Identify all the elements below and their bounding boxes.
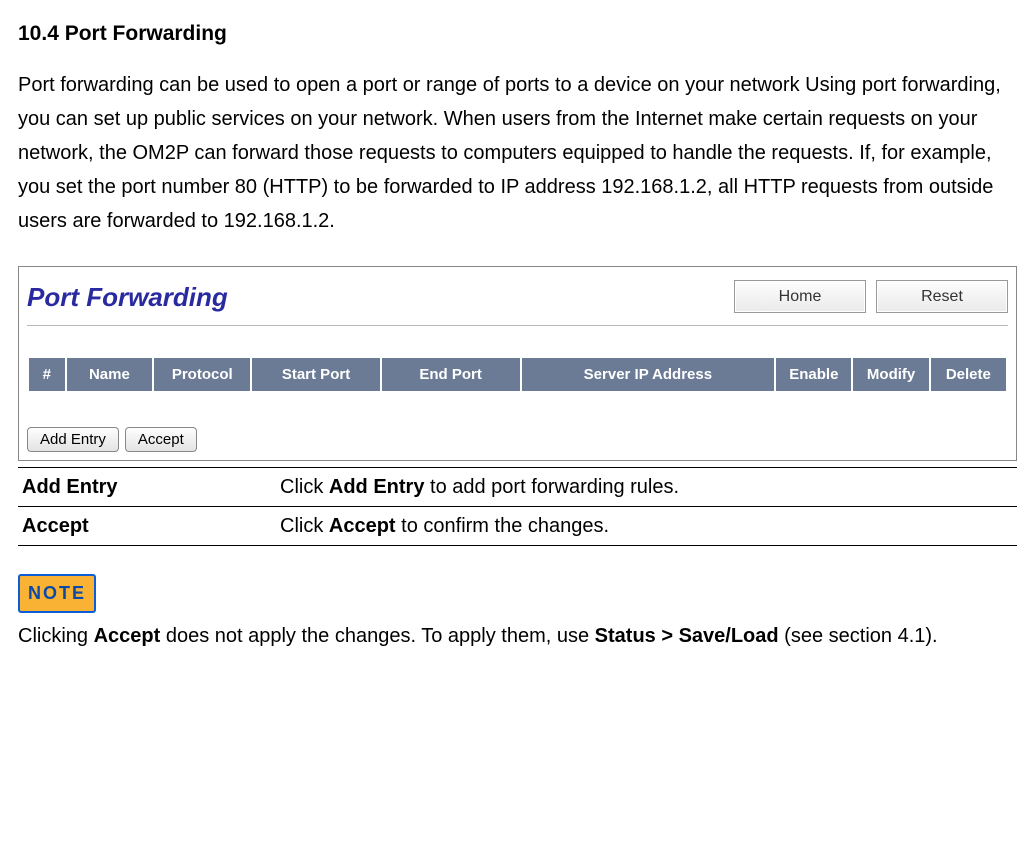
section-heading: 10.4 Port Forwarding (18, 18, 1017, 50)
panel-header-buttons: Home Reset (734, 280, 1008, 313)
desc-text-add-entry: Click Add Entry to add port forwarding r… (276, 468, 1017, 507)
add-entry-button[interactable]: Add Entry (27, 427, 119, 452)
panel-title: Port Forwarding (27, 275, 228, 319)
desc-term-add-entry: Add Entry (18, 468, 276, 507)
desc-pre: Click (280, 476, 329, 498)
port-forwarding-panel: Port Forwarding Home Reset # Name Protoc… (18, 266, 1017, 462)
desc-row-add-entry: Add Entry Click Add Entry to add port fo… (18, 468, 1017, 507)
desc-row-accept: Accept Click Accept to confirm the chang… (18, 507, 1017, 546)
col-header-server-ip: Server IP Address (521, 357, 776, 393)
note-strong2: Status > Save/Load (595, 625, 779, 647)
note-post: (see section 4.1). (779, 625, 938, 647)
description-table: Add Entry Click Add Entry to add port fo… (18, 467, 1017, 546)
note-mid: does not apply the changes. To apply the… (160, 625, 594, 647)
desc-post: to confirm the changes. (396, 515, 609, 537)
desc-term-accept: Accept (18, 507, 276, 546)
col-header-enable: Enable (775, 357, 852, 393)
col-header-protocol: Protocol (153, 357, 251, 393)
desc-text-accept: Click Accept to confirm the changes. (276, 507, 1017, 546)
home-button[interactable]: Home (734, 280, 866, 313)
col-header-name: Name (66, 357, 154, 393)
desc-pre: Click (280, 515, 329, 537)
col-header-delete: Delete (930, 357, 1007, 393)
note-strong1: Accept (94, 625, 161, 647)
note-text: Clicking Accept does not apply the chang… (18, 619, 1017, 653)
reset-button[interactable]: Reset (876, 280, 1008, 313)
note-badge: NOTE (18, 574, 96, 613)
panel-header: Port Forwarding Home Reset (27, 275, 1008, 326)
intro-paragraph: Port forwarding can be used to open a po… (18, 68, 1017, 238)
note-pre: Clicking (18, 625, 94, 647)
col-header-end-port: End Port (381, 357, 521, 393)
panel-footer-buttons: Add Entry Accept (27, 427, 1008, 452)
col-header-start-port: Start Port (251, 357, 380, 393)
col-header-number: # (28, 357, 66, 393)
desc-post: to add port forwarding rules. (424, 476, 679, 498)
desc-strong: Add Entry (329, 476, 425, 498)
accept-button[interactable]: Accept (125, 427, 197, 452)
desc-strong: Accept (329, 515, 396, 537)
port-forwarding-table: # Name Protocol Start Port End Port Serv… (27, 356, 1008, 394)
col-header-modify: Modify (852, 357, 929, 393)
